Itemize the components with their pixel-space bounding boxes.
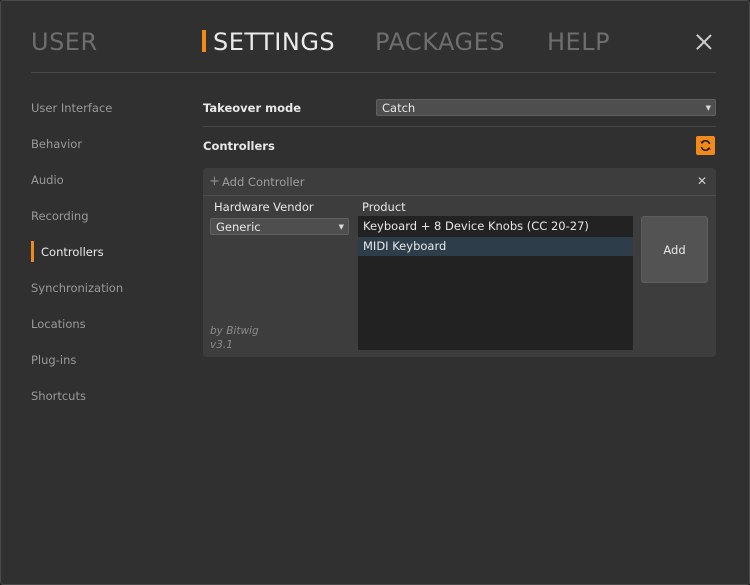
- sidebar-item-controllers[interactable]: Controllers: [41, 245, 104, 259]
- hardware-vendor-label: Hardware Vendor: [214, 200, 314, 214]
- sidebar-item-recording[interactable]: Recording: [31, 209, 89, 223]
- header-divider: [31, 72, 716, 73]
- row-divider: [203, 126, 716, 127]
- active-sidebar-marker: [31, 241, 34, 262]
- product-label: Product: [362, 200, 406, 214]
- tab-settings[interactable]: SETTINGS: [213, 27, 335, 57]
- chevron-down-icon: ▼: [705, 104, 711, 112]
- sidebar-item-plug-ins[interactable]: Plug-ins: [31, 353, 76, 367]
- settings-window: USER SETTINGS PACKAGES HELP User Interfa…: [0, 0, 750, 585]
- sidebar-item-shortcuts[interactable]: Shortcuts: [31, 389, 86, 403]
- refresh-icon: [700, 139, 711, 152]
- close-icon[interactable]: [695, 33, 713, 51]
- add-controller-header: + Add Controller ✕: [203, 168, 716, 196]
- top-navigation: USER SETTINGS PACKAGES HELP: [1, 1, 749, 73]
- refresh-button[interactable]: [696, 136, 715, 155]
- sidebar-item-locations[interactable]: Locations: [31, 317, 86, 331]
- add-button-label: Add: [663, 242, 686, 257]
- product-item-selected[interactable]: MIDI Keyboard: [358, 237, 633, 256]
- active-tab-marker: [202, 30, 206, 52]
- close-icon[interactable]: ✕: [697, 174, 707, 188]
- add-controller-title: Add Controller: [222, 175, 305, 189]
- byline-version: v3.1: [210, 339, 233, 351]
- sidebar-item-synchronization[interactable]: Synchronization: [31, 281, 123, 295]
- tab-user[interactable]: USER: [31, 27, 98, 57]
- tab-help[interactable]: HELP: [547, 27, 610, 57]
- takeover-mode-select[interactable]: Catch ▼: [376, 99, 716, 116]
- product-list: Keyboard + 8 Device Knobs (CC 20-27) MID…: [358, 216, 633, 350]
- sidebar-item-audio[interactable]: Audio: [31, 173, 64, 187]
- hardware-vendor-select[interactable]: Generic ▼: [210, 218, 349, 235]
- byline-author: by Bitwig: [210, 325, 259, 337]
- takeover-mode-value: Catch: [382, 101, 416, 115]
- tab-packages[interactable]: PACKAGES: [375, 27, 505, 57]
- controllers-label: Controllers: [203, 139, 275, 153]
- chevron-down-icon: ▼: [338, 223, 344, 231]
- takeover-mode-label: Takeover mode: [203, 101, 302, 115]
- sidebar-item-behavior[interactable]: Behavior: [31, 137, 82, 151]
- add-button[interactable]: Add: [641, 216, 708, 283]
- plus-icon: +: [209, 174, 220, 189]
- product-item[interactable]: Keyboard + 8 Device Knobs (CC 20-27): [358, 217, 633, 236]
- sidebar-item-user-interface[interactable]: User Interface: [31, 101, 112, 115]
- hardware-vendor-value: Generic: [216, 220, 261, 234]
- add-controller-panel: + Add Controller ✕ Hardware Vendor Gener…: [203, 168, 716, 357]
